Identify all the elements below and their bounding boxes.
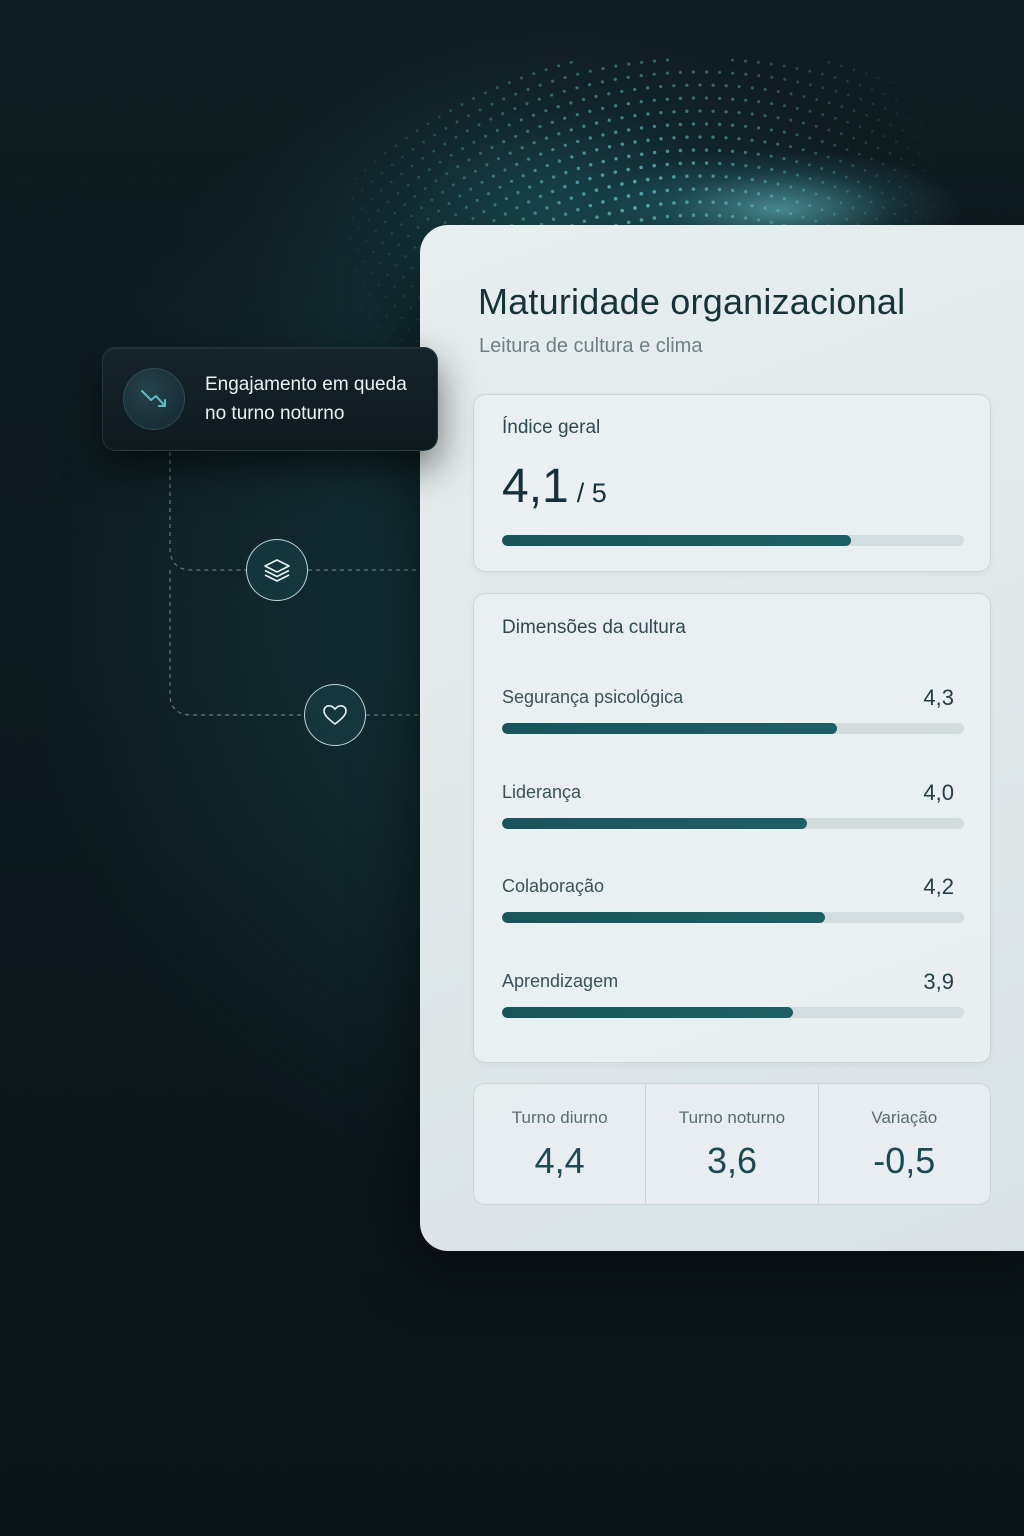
dimension-value: 4,3 bbox=[923, 685, 954, 710]
dimension-row: Aprendizagem 3,9 bbox=[502, 969, 964, 1031]
alert-line-2: no turno noturno bbox=[205, 403, 345, 424]
stat-label: Variação bbox=[871, 1108, 938, 1127]
stat-value: 4,4 bbox=[534, 1140, 585, 1181]
stat-night-shift: Turno noturno 3,6 bbox=[645, 1084, 817, 1204]
heart-icon bbox=[323, 705, 347, 725]
stat-variation: Variação -0,5 bbox=[817, 1084, 990, 1204]
overall-index-label: Índice geral bbox=[502, 417, 601, 438]
dimension-row: Liderança 4,0 bbox=[502, 780, 964, 842]
dimension-value: 4,0 bbox=[923, 780, 954, 805]
overall-index-score: 4,1/ 5 bbox=[502, 459, 607, 514]
dimension-row: Segurança psicológica 4,3 bbox=[502, 685, 964, 747]
overall-index-bar bbox=[502, 535, 964, 546]
dimension-row: Colaboração 4,2 bbox=[502, 874, 964, 936]
stat-value: 3,6 bbox=[706, 1140, 758, 1181]
maturity-panel: Maturidade organizacional Leitura de cul… bbox=[420, 225, 1024, 1251]
dimension-label: Segurança psicológica bbox=[502, 687, 684, 707]
overall-index-value: 4,1 bbox=[502, 460, 569, 513]
overall-index-card: Índice geral 4,1/ 5 bbox=[473, 394, 991, 572]
dimension-value: 4,2 bbox=[923, 874, 954, 899]
dimension-label: Colaboração bbox=[502, 876, 605, 896]
alert-line-1: Engajamento em queda bbox=[205, 374, 407, 395]
page-subtitle: Leitura de cultura e clima bbox=[479, 335, 703, 357]
shift-stats-card: Turno diurno 4,4 Turno noturno 3,6 Varia… bbox=[473, 1083, 991, 1205]
stat-day-shift: Turno diurno 4,4 bbox=[474, 1084, 645, 1204]
dimension-bar bbox=[502, 818, 964, 829]
dimension-label: Aprendizagem bbox=[502, 971, 619, 991]
dimension-bar-fill bbox=[502, 818, 807, 829]
dimension-label: Liderança bbox=[502, 782, 582, 802]
dimension-bar bbox=[502, 723, 964, 734]
overall-index-bar-fill bbox=[502, 535, 851, 546]
trend-down-icon bbox=[123, 368, 185, 430]
dimension-bar bbox=[502, 1007, 964, 1018]
engagement-alert-card[interactable]: Engajamento em queda no turno noturno bbox=[102, 347, 438, 451]
dimension-bar-fill bbox=[502, 912, 826, 923]
overall-index-max: / 5 bbox=[576, 478, 607, 508]
stat-value: -0,5 bbox=[873, 1140, 936, 1181]
culture-dimensions-card: Dimensões da cultura Segurança psicológi… bbox=[473, 593, 991, 1063]
layers-node[interactable] bbox=[246, 539, 308, 601]
stat-label: Turno noturno bbox=[678, 1108, 786, 1127]
culture-dimensions-title: Dimensões da cultura bbox=[502, 617, 686, 638]
page-title: Maturidade organizacional bbox=[478, 281, 906, 322]
dimension-value: 3,9 bbox=[923, 969, 954, 994]
heart-node[interactable] bbox=[304, 684, 366, 746]
alert-message: Engajamento em queda no turno noturno bbox=[205, 370, 407, 428]
dimension-bar-fill bbox=[502, 1007, 794, 1018]
dimension-bar bbox=[502, 912, 964, 923]
layers-icon bbox=[264, 559, 290, 582]
stat-label: Turno diurno bbox=[511, 1108, 608, 1127]
dimension-bar-fill bbox=[502, 723, 837, 734]
